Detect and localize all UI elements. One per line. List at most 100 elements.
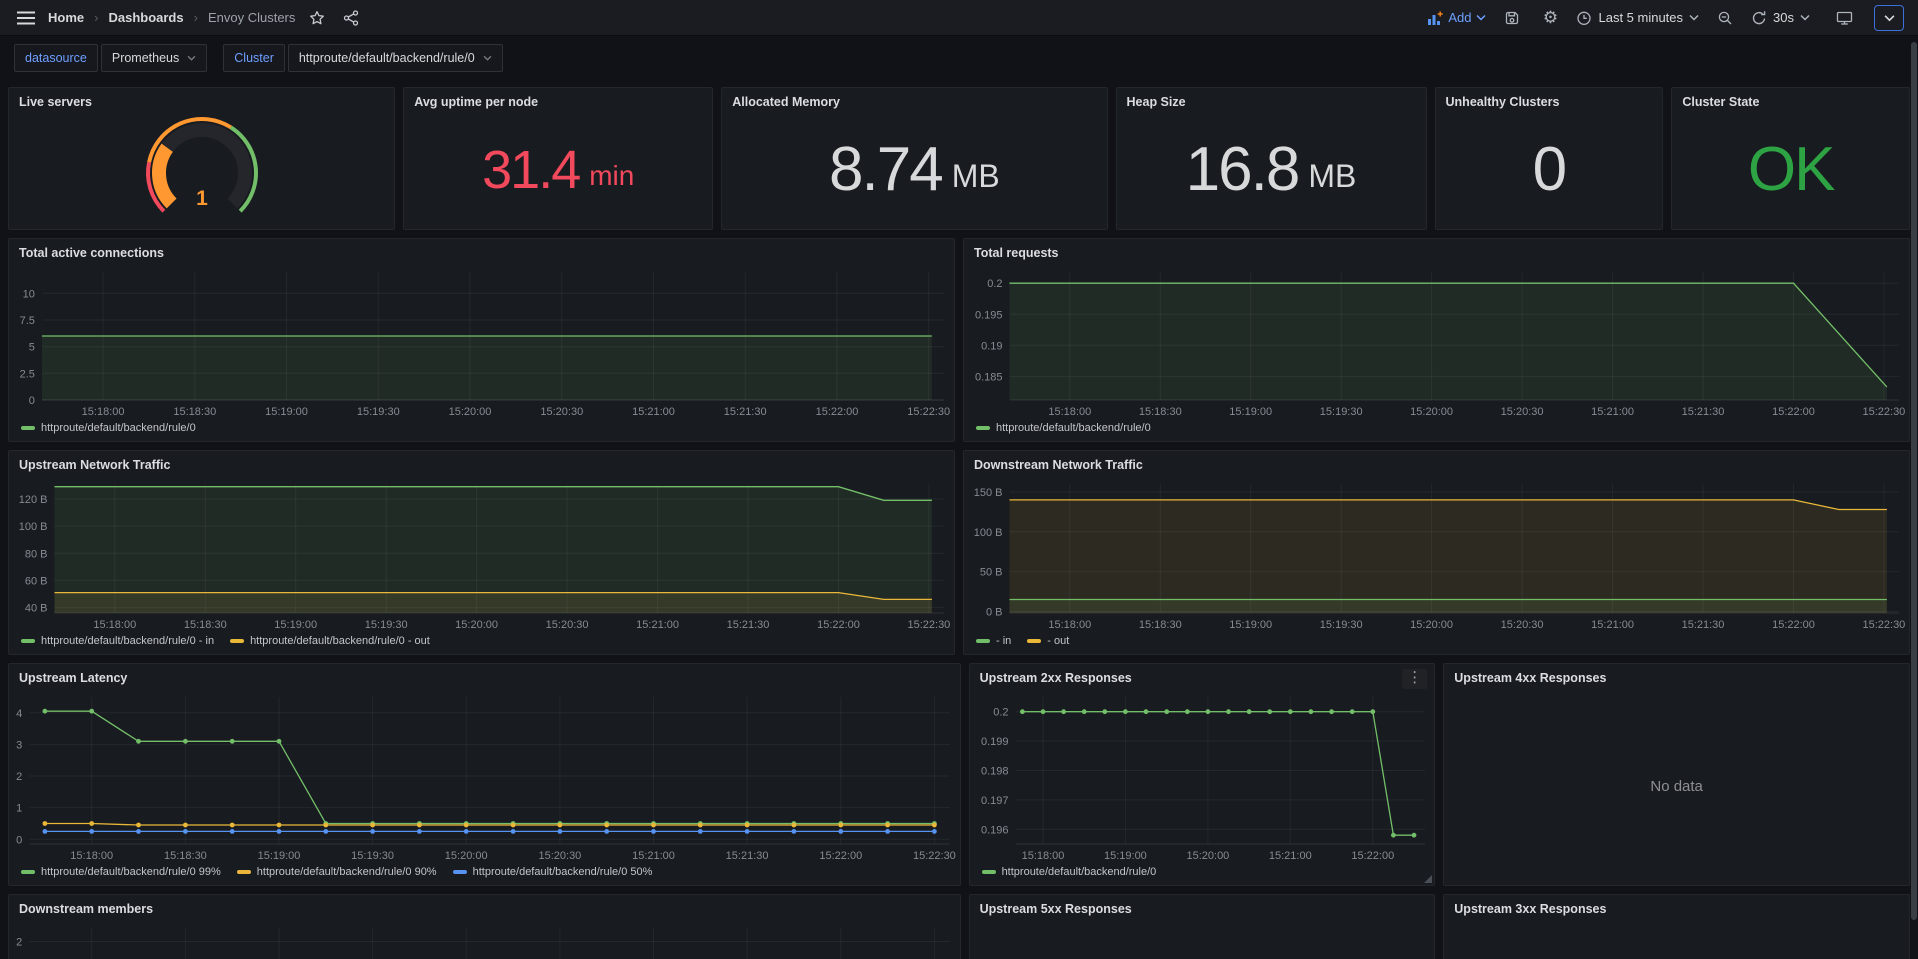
svg-text:15:21:00: 15:21:00 — [636, 619, 679, 631]
svg-text:120 B: 120 B — [19, 494, 48, 506]
stat-value: 0 — [1436, 111, 1663, 229]
panel-title[interactable]: Upstream 4xx Responses — [1444, 664, 1909, 687]
legend-item[interactable]: - out — [1027, 635, 1069, 647]
panel-title[interactable]: Total active connections — [9, 239, 954, 262]
save-dashboard-icon[interactable] — [1500, 6, 1524, 30]
legend: - in - out — [964, 633, 1909, 654]
svg-text:2: 2 — [16, 771, 22, 783]
panel-downstream-members: Downstream members 15:18:0015:18:3015:19… — [8, 894, 961, 959]
chart-downstream-network-traffic[interactable]: 15:18:0015:18:3015:19:0015:19:3015:20:00… — [964, 474, 1909, 633]
panel-title[interactable]: Downstream members — [9, 895, 960, 918]
svg-text:15:20:00: 15:20:00 — [1410, 619, 1453, 631]
svg-text:0.199: 0.199 — [981, 736, 1009, 748]
legend-item[interactable]: httproute/default/backend/rule/0 — [21, 422, 196, 434]
clock-icon — [1576, 10, 1592, 26]
panel-title[interactable]: Upstream 3xx Responses — [1444, 895, 1909, 918]
panel-title[interactable]: Heap Size — [1117, 88, 1426, 111]
toolbar-collapse-button[interactable] — [1874, 5, 1904, 31]
breadcrumb-dashboards[interactable]: Dashboards — [108, 10, 183, 25]
panel-title[interactable]: Cluster State — [1672, 88, 1909, 111]
chart-downstream-members[interactable]: 15:18:0015:18:3015:19:0015:19:3015:20:00… — [9, 918, 960, 959]
refresh-control[interactable]: 30s — [1751, 10, 1810, 26]
variable-cluster-value[interactable]: httproute/default/backend/rule/0 — [288, 44, 503, 72]
svg-text:15:21:30: 15:21:30 — [726, 850, 769, 862]
panel-title[interactable]: Upstream 2xx Responses — [970, 664, 1435, 687]
refresh-icon — [1751, 10, 1767, 26]
star-icon[interactable] — [305, 6, 329, 30]
svg-text:15:22:30: 15:22:30 — [907, 619, 950, 631]
panel-title[interactable]: Upstream Latency — [9, 664, 960, 687]
breadcrumb-home[interactable]: Home — [48, 10, 84, 25]
menu-icon[interactable] — [14, 6, 38, 30]
svg-text:15:22:00: 15:22:00 — [1772, 406, 1815, 418]
svg-text:15:18:00: 15:18:00 — [70, 850, 113, 862]
svg-text:15:18:00: 15:18:00 — [82, 406, 125, 418]
legend-item[interactable]: httproute/default/backend/rule/0 90% — [237, 866, 437, 878]
legend-item[interactable]: httproute/default/backend/rule/0 - out — [230, 635, 430, 647]
chart-total-active-connections[interactable]: 15:18:0015:18:3015:19:0015:19:3015:20:00… — [9, 262, 954, 420]
chart-total-requests[interactable]: 15:18:0015:18:3015:19:0015:19:3015:20:00… — [964, 262, 1909, 420]
legend-item[interactable]: - in — [976, 635, 1011, 647]
svg-text:15:22:00: 15:22:00 — [1772, 619, 1815, 631]
svg-text:0.195: 0.195 — [975, 309, 1003, 321]
add-button[interactable]: Add — [1427, 10, 1486, 25]
chart-upstream-latency[interactable]: 15:18:0015:18:3015:19:0015:19:3015:20:00… — [9, 687, 960, 864]
time-range-picker[interactable]: Last 5 minutes — [1576, 10, 1699, 26]
svg-text:60 B: 60 B — [25, 575, 48, 587]
refresh-interval-label: 30s — [1773, 10, 1794, 25]
legend-item[interactable]: httproute/default/backend/rule/0 50% — [453, 866, 653, 878]
svg-text:15:21:30: 15:21:30 — [727, 619, 770, 631]
kiosk-tv-icon[interactable] — [1832, 6, 1856, 30]
panel-title[interactable]: Upstream Network Traffic — [9, 451, 954, 474]
vertical-scrollbar[interactable] — [1911, 42, 1917, 920]
svg-text:15:20:30: 15:20:30 — [1501, 619, 1544, 631]
svg-text:15:19:00: 15:19:00 — [258, 850, 301, 862]
svg-text:0.196: 0.196 — [981, 824, 1009, 836]
share-icon[interactable] — [339, 6, 363, 30]
panel-title[interactable]: Upstream 5xx Responses — [970, 895, 1435, 918]
svg-text:4: 4 — [16, 708, 22, 720]
chevron-down-icon — [1884, 14, 1895, 22]
settings-gear-icon[interactable]: ⚙ — [1538, 6, 1562, 30]
legend-item[interactable]: httproute/default/backend/rule/0 - in — [21, 635, 214, 647]
chart-upstream-network-traffic[interactable]: 15:18:0015:18:3015:19:0015:19:3015:20:00… — [9, 474, 954, 633]
time-range-label: Last 5 minutes — [1598, 10, 1683, 25]
svg-text:40 B: 40 B — [25, 603, 48, 615]
panel-upstream-2xx-responses: Upstream 2xx Responses ⋮ 15:18:0015:19:0… — [969, 663, 1436, 886]
variable-cluster-label: Cluster — [223, 44, 285, 72]
svg-text:15:20:30: 15:20:30 — [546, 619, 589, 631]
legend-item[interactable]: httproute/default/backend/rule/0 — [982, 866, 1157, 878]
svg-text:0.2: 0.2 — [987, 278, 1002, 290]
svg-text:15:18:00: 15:18:00 — [1048, 406, 1091, 418]
svg-text:15:19:30: 15:19:30 — [357, 406, 400, 418]
panel-title[interactable]: Total requests — [964, 239, 1909, 262]
chart-upstream-2xx-responses[interactable]: 15:18:0015:19:0015:20:0015:21:0015:22:00… — [970, 687, 1435, 864]
svg-text:15:20:30: 15:20:30 — [538, 850, 581, 862]
variables-bar: datasource Prometheus Cluster httproute/… — [14, 44, 1904, 72]
panel-title[interactable]: Unhealthy Clusters — [1436, 88, 1663, 111]
svg-text:15:22:00: 15:22:00 — [819, 850, 862, 862]
svg-text:15:19:00: 15:19:00 — [1104, 850, 1147, 862]
svg-text:15:21:00: 15:21:00 — [1268, 850, 1311, 862]
top-navbar: Home › Dashboards › Envoy Clusters Add ⚙… — [0, 0, 1918, 36]
panel-resize-handle[interactable] — [1424, 875, 1432, 883]
panel-menu-kebab-icon[interactable]: ⋮ — [1402, 669, 1427, 689]
svg-text:0.197: 0.197 — [981, 795, 1009, 807]
svg-text:15:20:00: 15:20:00 — [449, 406, 492, 418]
legend-item[interactable]: httproute/default/backend/rule/0 99% — [21, 866, 221, 878]
panel-upstream-5xx-responses: Upstream 5xx Responses — [969, 894, 1436, 959]
svg-text:15:21:00: 15:21:00 — [1591, 406, 1634, 418]
add-panel-icon — [1427, 11, 1443, 25]
svg-text:0.19: 0.19 — [981, 340, 1002, 352]
legend: httproute/default/backend/rule/0 — [970, 864, 1435, 885]
svg-text:15:19:00: 15:19:00 — [1229, 619, 1272, 631]
panel-title[interactable]: Avg uptime per node — [404, 88, 712, 111]
panel-title[interactable]: Downstream Network Traffic — [964, 451, 1909, 474]
svg-text:0: 0 — [29, 395, 35, 407]
variable-datasource: datasource Prometheus — [14, 44, 207, 72]
panel-title[interactable]: Live servers — [9, 88, 394, 111]
panel-title[interactable]: Allocated Memory — [722, 88, 1106, 111]
legend-item[interactable]: httproute/default/backend/rule/0 — [976, 422, 1151, 434]
variable-datasource-value[interactable]: Prometheus — [101, 44, 207, 72]
zoom-out-icon[interactable] — [1713, 6, 1737, 30]
